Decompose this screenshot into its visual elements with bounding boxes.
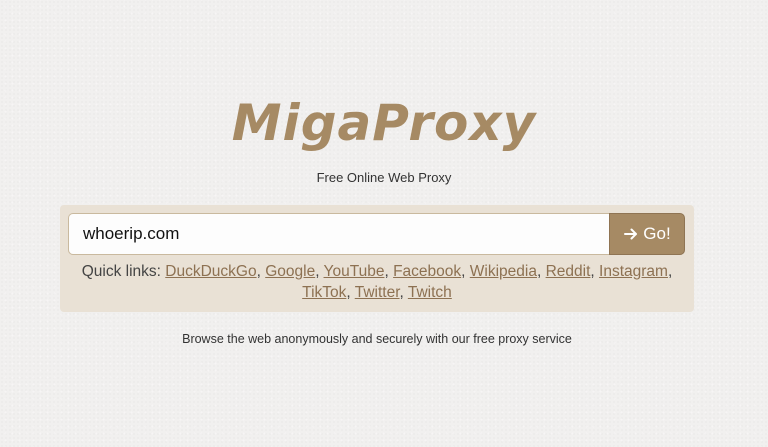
quick-link-twitter[interactable]: Twitter bbox=[355, 284, 400, 301]
go-button-label: Go! bbox=[643, 224, 671, 243]
quick-link-reddit[interactable]: Reddit bbox=[546, 263, 591, 280]
tagline: Free Online Web Proxy bbox=[316, 170, 452, 185]
arrow-right-icon bbox=[624, 228, 638, 240]
quick-link-google[interactable]: Google bbox=[265, 263, 315, 280]
quick-link-wikipedia[interactable]: Wikipedia bbox=[470, 263, 537, 280]
logo: MigaProxy bbox=[231, 94, 537, 152]
quick-link-youtube[interactable]: YouTube bbox=[324, 263, 385, 280]
quick-link-facebook[interactable]: Facebook bbox=[393, 263, 461, 280]
search-panel: Go! Quick links: DuckDuckGo, Google, You… bbox=[60, 205, 694, 312]
url-input[interactable] bbox=[68, 213, 609, 255]
quick-link-tiktok[interactable]: TikTok bbox=[302, 284, 346, 301]
quick-link-instagram[interactable]: Instagram bbox=[599, 263, 668, 280]
quick-links-label: Quick links: bbox=[81, 263, 161, 280]
go-button[interactable]: Go! bbox=[609, 213, 685, 255]
search-form: Go! bbox=[68, 213, 685, 255]
quick-link-duckduckgo[interactable]: DuckDuckGo bbox=[165, 263, 256, 280]
quick-links: Quick links: DuckDuckGo, Google, YouTube… bbox=[81, 263, 673, 301]
footer-text: Browse the web anonymously and securely … bbox=[182, 332, 572, 346]
quick-link-twitch[interactable]: Twitch bbox=[408, 284, 452, 301]
